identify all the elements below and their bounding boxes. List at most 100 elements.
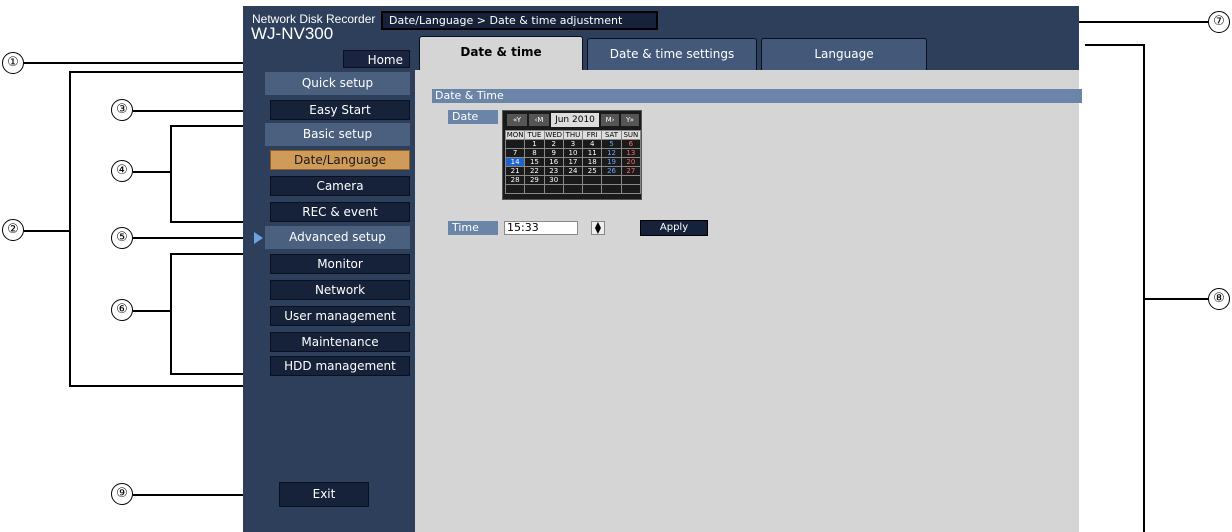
bracket-2 [69,71,71,387]
callout-1: ① [2,52,24,74]
bracket-6 [170,253,172,375]
calendar-day[interactable]: 18 [582,157,603,167]
easy-start-button[interactable]: Easy Start [270,100,410,120]
bracket-8 [1143,44,1145,532]
callout-8: ⑧ [1208,288,1230,310]
calendar-day[interactable]: 5 [601,139,622,149]
calendar-day[interactable]: 6 [620,139,642,149]
time-input[interactable]: 15:33 [504,221,578,235]
date-time-section-header: Date & Time [432,89,1082,103]
apply-button[interactable]: Apply [640,220,708,236]
sidebar-item-monitor[interactable]: Monitor [270,254,410,274]
bracket-2-top [69,71,269,73]
prev-month-button[interactable]: ‹M [529,114,549,126]
calendar-week-row: 28 29 30 [504,175,642,185]
calendar-day[interactable]: 7 [504,148,526,158]
calendar-weekday: FRI [582,130,603,140]
calendar-day[interactable]: 20 [620,157,642,167]
calendar-day[interactable]: 15 [524,157,545,167]
callout-7: ⑦ [1208,11,1230,33]
calendar-day [582,184,603,194]
bracket-2-bottom [69,385,269,387]
calendar-week-row: 14 15 16 17 18 19 20 [504,157,642,167]
calendar-day[interactable]: 12 [601,148,622,158]
leader-line-5 [133,237,253,239]
sidebar-item-camera[interactable]: Camera [270,176,410,196]
sidebar: Network Disk Recorder WJ-NV300 Home Quic… [243,6,415,532]
calendar-day[interactable]: 13 [620,148,642,158]
calendar-day[interactable]: 21 [504,166,526,176]
calendar-day [562,175,584,185]
calendar-day[interactable]: 4 [582,139,603,149]
calendar-day[interactable]: 26 [601,166,622,176]
calendar-day [562,184,584,194]
bracket-8-top [1085,44,1145,46]
brand-model: WJ-NV300 [251,24,334,43]
date-label: Date [448,110,498,124]
callout-5: ⑤ [111,227,133,249]
next-month-button[interactable]: M› [601,114,619,126]
callout-2: ② [2,219,24,241]
sidebar-item-date-language[interactable]: Date/Language [270,150,410,170]
calendar-day[interactable]: 22 [524,166,545,176]
home-button[interactable]: Home [343,50,410,68]
app-window: Network Disk Recorder WJ-NV300 Home Quic… [243,6,1082,532]
calendar-day[interactable]: 19 [601,157,622,167]
leader-line-8 [1144,298,1208,300]
tab-date-time-settings[interactable]: Date & time settings [587,38,757,70]
leader-line-2 [24,230,70,232]
calendar-day [601,175,622,185]
calendar-day[interactable]: 23 [543,166,564,176]
basic-setup-section[interactable]: Basic setup [265,123,410,146]
calendar-day[interactable]: 24 [562,166,584,176]
calendar-day [601,184,622,194]
callout-6: ⑥ [111,299,133,321]
calendar-day[interactable]: 25 [582,166,603,176]
calendar-weekday-row: MON TUE WED THU FRI SAT SUN [504,130,642,140]
calendar-day[interactable]: 17 [562,157,584,167]
calendar-week-row [504,184,642,194]
calendar-day[interactable]: 16 [543,157,564,167]
calendar-day [620,175,642,185]
calendar-week-row: 7 8 9 10 11 12 13 [504,148,642,158]
time-spinner-icon[interactable]: ▲ ▼ [591,221,605,235]
tab-date-time-adjustment[interactable]: Date & time adjustment [419,36,583,89]
calendar-day[interactable]: 30 [543,175,564,185]
tab-language[interactable]: Language [761,38,927,70]
exit-button[interactable]: Exit [279,482,369,507]
calendar-day[interactable]: 27 [620,166,642,176]
sidebar-item-network[interactable]: Network [270,280,410,300]
calendar-grid: MON TUE WED THU FRI SAT SUN 1 2 3 4 5 6 7 8 9 10 11 12 13 14… [504,130,642,194]
leader-line-6 [133,310,171,312]
quick-setup-section[interactable]: Quick setup [265,72,410,95]
calendar-weekday: MON [504,130,526,140]
calendar-day [504,184,526,194]
calendar-day [620,184,642,194]
prev-year-button[interactable]: «Y [507,114,527,126]
calendar-day[interactable]: 2 [543,139,564,149]
calendar-day[interactable]: 29 [524,175,545,185]
date-calendar[interactable]: «Y ‹M Jun 2010 M› Y» MON TUE WED THU FRI SAT S… [502,110,642,200]
calendar-day [524,184,545,194]
calendar-day[interactable]: 10 [562,148,584,158]
leader-line-4 [133,171,171,173]
calendar-week-row: 123456 [504,139,642,149]
next-year-button[interactable]: Y» [621,114,639,126]
calendar-day[interactable]: 28 [504,175,526,185]
calendar-day[interactable]: 8 [524,148,545,158]
calendar-weekday: SAT [601,130,622,140]
advanced-setup-section[interactable]: Advanced setup [265,226,410,249]
calendar-day[interactable]: 11 [582,148,603,158]
calendar-day[interactable]: 3 [562,139,584,149]
sidebar-item-hdd-management[interactable]: HDD management [270,356,410,376]
callout-9: ⑨ [111,483,133,505]
sidebar-item-user-management[interactable]: User management [270,306,410,326]
calendar-day[interactable]: 9 [543,148,564,158]
calendar-month: Jun 2010 [551,113,599,127]
tab-bar: Date & time adjustment Date & time setti… [415,36,1079,89]
calendar-weekday: WED [543,130,564,140]
calendar-day[interactable]: 1 [524,139,545,149]
sidebar-item-rec-event[interactable]: REC & event [270,202,410,222]
calendar-day[interactable]: 14 [504,157,526,167]
sidebar-item-maintenance[interactable]: Maintenance [270,332,410,352]
